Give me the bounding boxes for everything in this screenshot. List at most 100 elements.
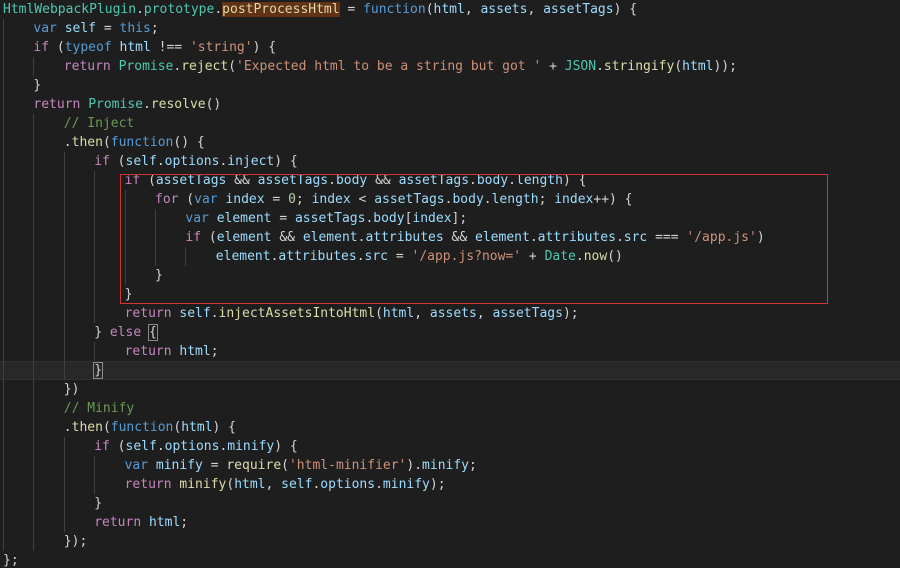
code-token: if bbox=[33, 40, 50, 55]
code-token: = bbox=[388, 249, 412, 264]
code-line[interactable]: } bbox=[0, 494, 900, 513]
code-token: element bbox=[216, 230, 272, 245]
indent-guide bbox=[3, 418, 4, 437]
code-token: ( bbox=[201, 230, 217, 245]
code-line[interactable]: if (self.options.minify) { bbox=[0, 437, 900, 456]
code-line[interactable]: } bbox=[0, 266, 900, 285]
code-line[interactable]: return Promise.resolve() bbox=[0, 95, 900, 114]
code-line[interactable]: } bbox=[0, 361, 900, 380]
code-token: now bbox=[583, 249, 608, 264]
code-token: injectAssetsIntoHtml bbox=[218, 306, 376, 321]
code-text: } bbox=[155, 266, 163, 285]
indent-guide bbox=[33, 323, 35, 342]
code-line[interactable]: if (typeof html !== 'string') { bbox=[0, 38, 900, 57]
code-line[interactable]: return self.injectAssetsIntoHtml(html, a… bbox=[0, 304, 900, 323]
code-line[interactable]: var self = this; bbox=[0, 19, 900, 38]
code-token: ( bbox=[281, 458, 289, 473]
code-token: )); bbox=[713, 59, 737, 74]
code-token: { bbox=[148, 324, 158, 341]
code-token: var bbox=[185, 211, 209, 226]
code-editor[interactable]: HtmlWebpackPlugin.prototype.postProcessH… bbox=[0, 0, 900, 568]
code-line[interactable]: for (var index = 0; index < assetTags.bo… bbox=[0, 190, 900, 209]
indent-guide bbox=[33, 171, 35, 190]
code-text: if (assetTags && assetTags.body && asset… bbox=[125, 171, 587, 190]
code-token: assets bbox=[480, 2, 528, 17]
indent-guide bbox=[63, 342, 65, 361]
code-token: ( bbox=[102, 135, 111, 150]
code-line[interactable]: HtmlWebpackPlugin.prototype.postProcessH… bbox=[0, 0, 900, 19]
code-token: , bbox=[265, 477, 282, 492]
code-text: // Inject bbox=[64, 114, 134, 133]
code-token: && bbox=[367, 173, 399, 188]
code-line[interactable]: if (assetTags && assetTags.body && asset… bbox=[0, 171, 900, 190]
code-text: HtmlWebpackPlugin.prototype.postProcessH… bbox=[3, 0, 637, 19]
code-token: ) { bbox=[274, 439, 298, 454]
code-line[interactable]: } bbox=[0, 285, 900, 304]
code-token: require bbox=[226, 458, 282, 473]
indent-guide bbox=[94, 190, 96, 209]
code-line[interactable]: // Inject bbox=[0, 114, 900, 133]
code-line[interactable]: } bbox=[0, 76, 900, 95]
indent-guide bbox=[3, 323, 4, 342]
code-token: ); bbox=[429, 477, 446, 492]
code-line[interactable]: if (element && element.attributes && ele… bbox=[0, 228, 900, 247]
code-token: !== bbox=[150, 40, 190, 55]
indent-guide bbox=[94, 247, 96, 266]
indent-guide bbox=[33, 361, 35, 380]
code-token: . bbox=[214, 2, 223, 17]
indent-guide bbox=[155, 228, 156, 247]
code-token: . bbox=[615, 230, 624, 245]
code-token: assetTags bbox=[257, 173, 329, 188]
code-line[interactable]: var element = assetTags.body[index]; bbox=[0, 209, 900, 228]
code-line[interactable]: return html; bbox=[0, 513, 900, 532]
code-line[interactable]: element.attributes.src = '/app.js?now=' … bbox=[0, 247, 900, 266]
code-token: stringify bbox=[603, 59, 675, 74]
code-token: then bbox=[71, 135, 103, 150]
indent-guide bbox=[33, 532, 35, 551]
code-line[interactable]: return minify(html, self.options.minify)… bbox=[0, 475, 900, 494]
code-line[interactable]: return Promise.reject('Expected html to … bbox=[0, 57, 900, 76]
code-token: var bbox=[194, 192, 218, 207]
code-token: length bbox=[516, 173, 563, 188]
indent-guide bbox=[33, 380, 35, 399]
code-token: function bbox=[110, 135, 174, 150]
code-text: return self.injectAssetsIntoHtml(html, a… bbox=[125, 304, 579, 323]
indent-guide bbox=[33, 418, 35, 437]
indent-guide bbox=[33, 114, 35, 133]
code-token: } bbox=[33, 78, 42, 93]
code-line[interactable]: var minify = require('html-minifier').mi… bbox=[0, 456, 900, 475]
code-line[interactable]: }) bbox=[0, 380, 900, 399]
code-token: then bbox=[71, 420, 103, 435]
code-lines[interactable]: HtmlWebpackPlugin.prototype.postProcessH… bbox=[0, 0, 900, 568]
code-line[interactable]: }; bbox=[0, 551, 900, 568]
code-token: function bbox=[110, 420, 174, 435]
indent-guide bbox=[63, 475, 65, 494]
code-text: }) bbox=[64, 380, 80, 399]
indent-guide bbox=[3, 133, 4, 152]
indent-guide bbox=[33, 190, 35, 209]
indent-guide bbox=[3, 171, 4, 190]
code-line[interactable]: return html; bbox=[0, 342, 900, 361]
code-token: html bbox=[181, 420, 213, 435]
code-line[interactable]: .then(function(html) { bbox=[0, 418, 900, 437]
indent-guide bbox=[3, 304, 4, 323]
code-line[interactable]: .then(function() { bbox=[0, 133, 900, 152]
code-line[interactable]: if (self.options.inject) { bbox=[0, 152, 900, 171]
code-token: 0 bbox=[288, 192, 296, 207]
code-line[interactable]: } else { bbox=[0, 323, 900, 342]
indent-guide bbox=[3, 190, 4, 209]
indent-guide bbox=[124, 266, 126, 285]
indent-guide bbox=[33, 247, 35, 266]
code-token: . bbox=[469, 173, 477, 188]
code-line[interactable]: // Minify bbox=[0, 399, 900, 418]
code-token: html bbox=[234, 477, 266, 492]
code-token: '/app.js?now=' bbox=[411, 249, 522, 264]
code-token: body bbox=[335, 173, 368, 188]
code-line[interactable]: }); bbox=[0, 532, 900, 551]
code-token: . bbox=[156, 439, 165, 454]
indent-guide bbox=[33, 513, 35, 532]
code-text: return Promise.resolve() bbox=[33, 95, 221, 114]
code-token: } bbox=[94, 496, 103, 511]
